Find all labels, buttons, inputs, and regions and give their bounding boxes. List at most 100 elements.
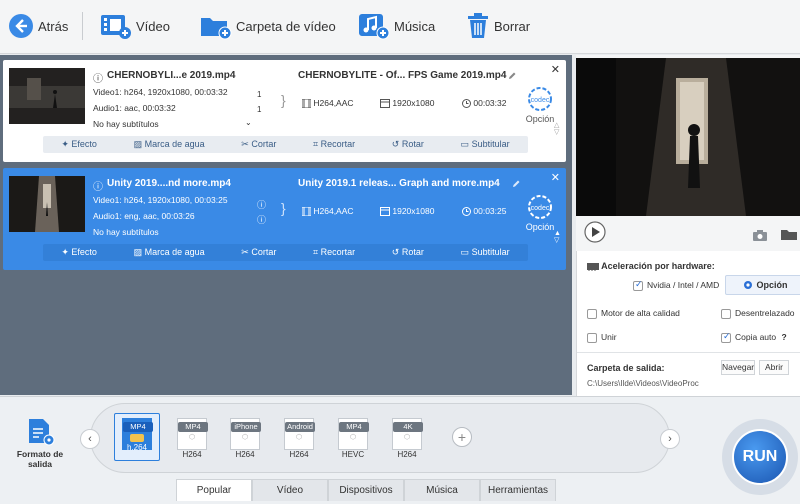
profile-glyph-icon: ⬡	[295, 434, 303, 441]
open-button[interactable]: Abrir	[759, 360, 789, 375]
music-plus-icon	[359, 14, 390, 40]
profile-caption: H264	[182, 450, 202, 459]
move-arrows-icon[interactable]: △ ▽	[554, 122, 559, 136]
checkbox-checked-icon	[633, 279, 643, 291]
video-item-selected[interactable]: ⓘ Unity 2019....nd more.mp4 Video1: h264…	[3, 168, 566, 270]
video-item[interactable]: ⓘ CHERNOBYLI...e 2019.mp4 Video1: h264, …	[3, 60, 566, 162]
hardware-option-button[interactable]: Opción	[725, 275, 800, 295]
rotate-button[interactable]: ↺ Rotar	[392, 247, 424, 258]
info-icon[interactable]: ⓘ	[257, 198, 266, 211]
video-track-info: Video1: h264, 1920x1080, 00:03:32	[93, 87, 228, 97]
watermark-button[interactable]: ▨ Marca de agua	[134, 247, 205, 258]
audio-track-info: Audio1: eng, aac, 00:03:26	[93, 211, 195, 221]
rotate-label: Rotar	[401, 139, 424, 149]
edit-pencil-icon[interactable]	[512, 179, 521, 188]
profile-doc-icon: 4K ⬡	[392, 418, 423, 450]
output-duration-text: 00:03:25	[473, 206, 507, 216]
watermark-button[interactable]: ▨ Marca de agua	[134, 139, 205, 150]
run-button[interactable]: RUN	[732, 429, 788, 485]
info-icon[interactable]: ⓘ	[257, 213, 266, 226]
tab-popular[interactable]: Popular	[176, 479, 252, 501]
profile-item-selected[interactable]: MP4 h.264	[114, 413, 160, 461]
move-arrows-icon[interactable]: ▲ ▽	[554, 230, 561, 244]
effect-label: Efecto	[71, 247, 97, 257]
profile-glyph-icon: ⬡	[349, 434, 357, 441]
deinterlace-checkbox[interactable]: Desentrelazado	[721, 308, 795, 319]
info-icon[interactable]: ⓘ	[93, 70, 103, 85]
profile-item[interactable]: MP4 ⬡ HEVC	[331, 418, 375, 462]
watermark-icon: ▨	[133, 139, 143, 149]
cut-button[interactable]: ✂ Cortar	[241, 247, 276, 258]
merge-checkbox[interactable]: Unir	[587, 332, 617, 343]
checkbox-icon	[587, 308, 597, 319]
subtitle-button[interactable]: ▭ Subtitular	[461, 139, 510, 150]
tab-tools[interactable]: Herramientas	[480, 479, 556, 501]
conversion-brace-icon: }	[281, 92, 286, 108]
merge-label: Unir	[601, 332, 617, 342]
crop-label: Recortar	[320, 247, 356, 257]
scroll-right-button[interactable]: ›	[660, 429, 680, 449]
edit-pencil-icon[interactable]	[508, 71, 517, 80]
browse-button[interactable]: Navegar	[721, 360, 755, 375]
camera-icon[interactable]	[752, 229, 768, 241]
help-icon[interactable]: ?	[782, 332, 787, 342]
info-icon[interactable]: ⓘ	[93, 178, 103, 193]
film-icon	[301, 98, 312, 109]
crop-icon: ⌗	[313, 139, 319, 149]
profile-item[interactable]: MP4 ⬡ H264	[170, 418, 214, 462]
crop-button[interactable]: ⌗ Recortar	[313, 139, 355, 150]
add-video-button[interactable]: Vídeo	[100, 10, 170, 42]
profile-item[interactable]: 4K ⬡ H264	[385, 418, 429, 462]
add-music-button[interactable]: Música	[358, 10, 435, 42]
main-toolbar: Atrás Vídeo Carpeta de vídeo Música Borr…	[0, 0, 800, 54]
quality-engine-checkbox[interactable]: Motor de alta calidad	[587, 308, 680, 319]
tab-devices[interactable]: Dispositivos	[328, 479, 404, 501]
profile-doc-icon: MP4 ⬡	[338, 418, 369, 450]
add-profile-button[interactable]: +	[452, 427, 472, 447]
film-icon	[301, 206, 312, 217]
chevron-down-icon[interactable]: ⌄	[245, 118, 252, 127]
profile-caption: H264	[235, 450, 255, 459]
folder-icon[interactable]	[780, 229, 798, 241]
close-icon[interactable]: ✕	[551, 171, 560, 184]
back-button[interactable]: Atrás	[8, 10, 68, 42]
delete-button[interactable]: Borrar	[466, 10, 530, 42]
profile-item[interactable]: Android ⬡ H264	[277, 418, 321, 462]
codec-option-button[interactable]: codec Opción	[523, 86, 557, 124]
profile-item[interactable]: iPhone ⬡ H264	[223, 418, 267, 462]
nvidia-checkbox[interactable]: Nvidia / Intel / AMD	[633, 279, 720, 291]
play-button[interactable]	[584, 221, 606, 245]
trash-icon	[468, 13, 488, 38]
video-thumbnail[interactable]	[9, 176, 85, 232]
deinterlace-label: Desentrelazado	[735, 308, 795, 318]
edit-actions-bar: ✦ Efecto ▨ Marca de agua ✂ Cortar ⌗ Reco…	[43, 136, 528, 153]
autocopy-label: Copia auto	[735, 332, 777, 342]
add-folder-button[interactable]: Carpeta de vídeo	[200, 10, 336, 42]
crop-button[interactable]: ⌗ Recortar	[313, 247, 355, 258]
cut-button[interactable]: ✂ Cortar	[241, 139, 276, 150]
profile-glyph-icon: ⬡	[403, 434, 411, 441]
output-resolution-text: 1920x1080	[392, 206, 435, 216]
autocopy-checkbox[interactable]: Copia auto ?	[721, 331, 787, 343]
video-track-number[interactable]: 1	[257, 90, 261, 99]
effect-button[interactable]: ✦ Efecto	[61, 139, 97, 150]
close-icon[interactable]: ✕	[551, 63, 560, 76]
output-codec-text: H264,AAC	[313, 98, 354, 108]
video-thumbnail[interactable]	[9, 68, 85, 124]
output-duration: 00:03:32	[462, 98, 506, 109]
profile-tag: MP4	[339, 422, 369, 432]
tab-music[interactable]: Música	[404, 479, 480, 501]
audio-track-number[interactable]: 1	[257, 105, 261, 114]
subtitle-button[interactable]: ▭ Subtitular	[461, 247, 510, 258]
video-preview[interactable]	[576, 58, 800, 216]
codec-option-button[interactable]: codec Opción	[523, 194, 557, 232]
scroll-left-button[interactable]: ‹	[80, 429, 100, 449]
codec-gear-icon: codec	[528, 195, 552, 219]
tab-video[interactable]: Vídeo	[252, 479, 328, 501]
profile-doc-icon: MP4 ⬡	[177, 418, 208, 450]
output-resolution: 1920x1080	[380, 206, 435, 217]
rotate-button[interactable]: ↺ Rotar	[392, 139, 424, 150]
nvidia-label: Nvidia / Intel / AMD	[647, 280, 720, 290]
output-format-button[interactable]: Formato de salida	[12, 417, 68, 469]
effect-button[interactable]: ✦ Efecto	[61, 247, 97, 258]
